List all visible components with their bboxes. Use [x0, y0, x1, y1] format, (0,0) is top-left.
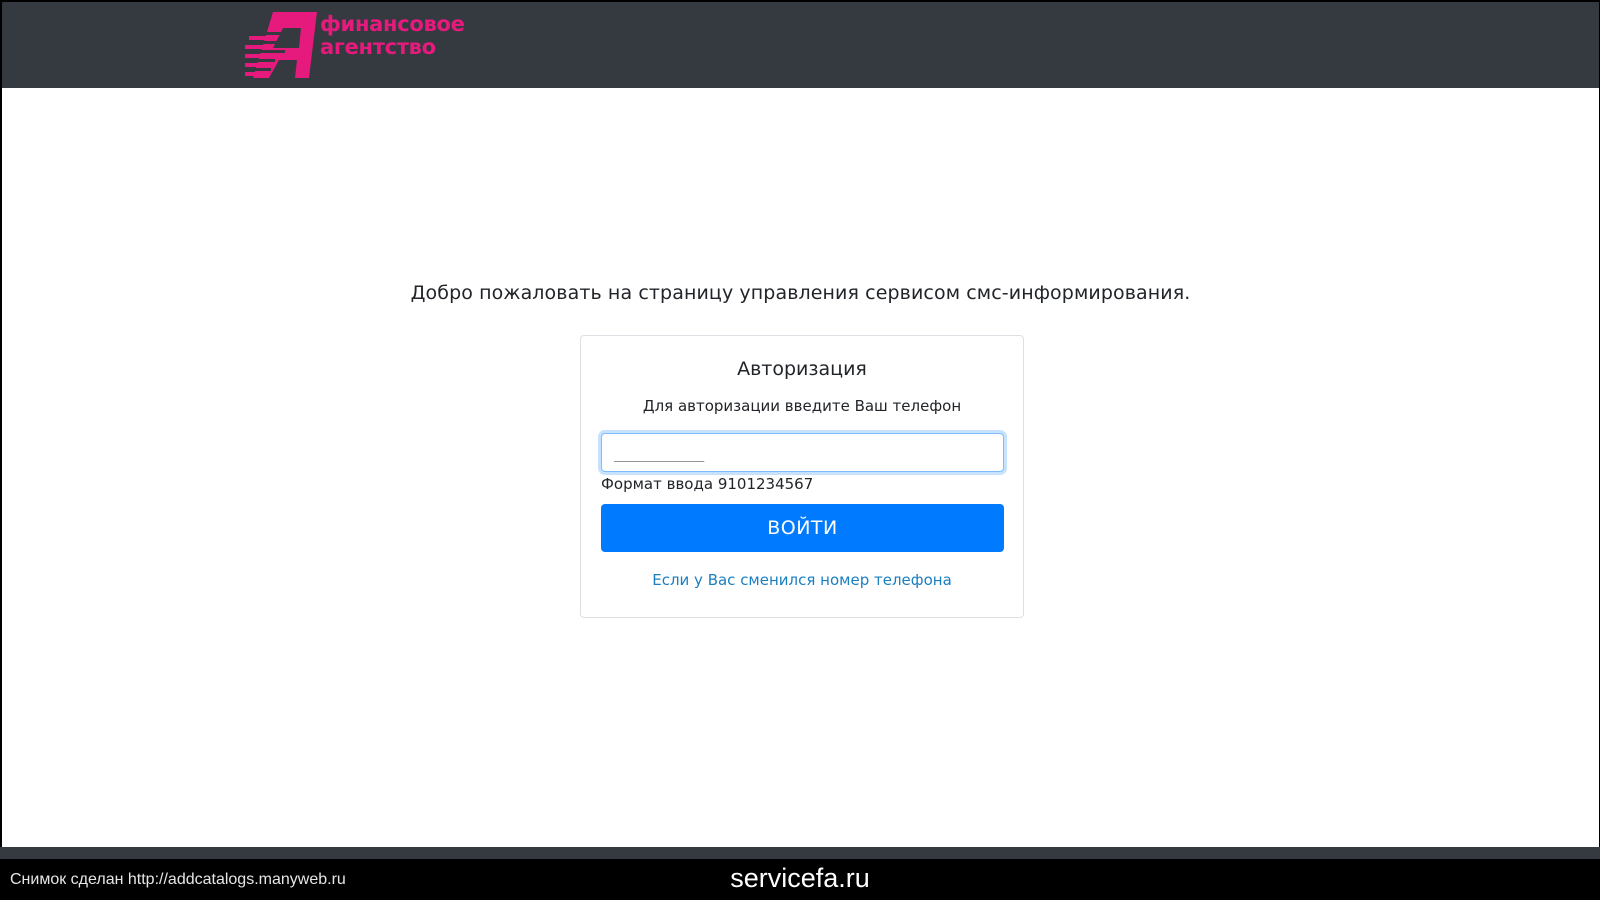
logo-line-1: финансовое [320, 12, 465, 36]
phone-input[interactable] [601, 433, 1004, 472]
change-phone-link[interactable]: Если у Вас сменился номер телефона [581, 571, 1023, 589]
welcome-heading: Добро пожаловать на страницу управления … [410, 282, 1191, 304]
login-button[interactable]: ВОЙТИ [601, 504, 1004, 552]
page-frame: финансовое агентство Добро пожаловать на… [2, 2, 1599, 847]
auth-card-title: Авторизация [737, 358, 867, 380]
site-logo[interactable]: финансовое агентство [245, 12, 475, 80]
logo-text: финансовое агентство [320, 13, 465, 59]
caption-center-text: servicefa.ru [730, 863, 870, 893]
format-hint: Формат ввода 9101234567 [601, 475, 814, 493]
caption-bar: Снимок сделан http://addcatalogs.manyweb… [0, 859, 1600, 900]
page-footer [0, 847, 1600, 859]
auth-card-subtitle: Для авторизации введите Ваш телефон [642, 397, 962, 415]
top-navbar: финансовое агентство [2, 2, 1599, 88]
auth-card: Авторизация Для авторизации введите Ваш … [580, 335, 1024, 618]
fa-logo-icon [245, 12, 317, 78]
logo-line-2: агентство [320, 35, 436, 59]
